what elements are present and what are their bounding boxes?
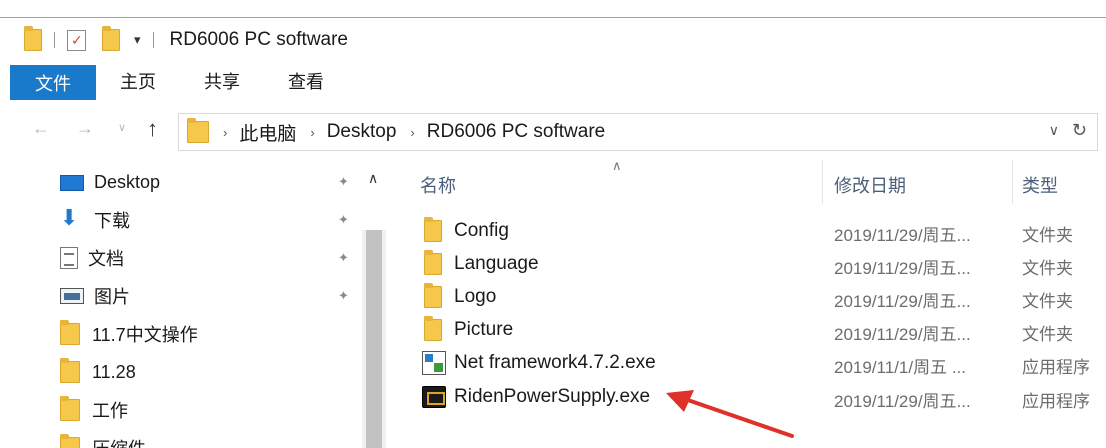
folder-icon [187, 118, 209, 143]
folder-icon [424, 283, 442, 308]
file-name: Config [454, 220, 509, 241]
file-type: 应用程序 [1022, 358, 1090, 377]
nav-item-label: 下载 [94, 211, 130, 231]
tab-home[interactable]: 主页 [108, 62, 168, 100]
breadcrumb-current-folder[interactable]: RD6006 PC software [427, 121, 605, 143]
folder-icon [424, 316, 442, 341]
file-type: 文件夹 [1022, 325, 1073, 344]
nav-item-documents[interactable]: 文档 [60, 244, 124, 272]
nav-item-label: Desktop [94, 171, 161, 192]
sort-ascending-icon: ∧ [612, 158, 622, 173]
title-bar: ▾ RD6006 PC software [0, 18, 1106, 62]
riden-app-icon [422, 386, 446, 408]
file-row[interactable]: Net framework4.7.2.exe 2019/11/1/周五 ... … [400, 348, 1106, 380]
back-arrow-icon[interactable]: ← [32, 118, 50, 139]
download-icon [60, 205, 84, 231]
folder-icon [60, 396, 80, 421]
nav-item-label: 图片 [94, 287, 130, 307]
folder-icon [60, 320, 80, 345]
pin-icon[interactable]: ✦ [338, 288, 349, 304]
file-row[interactable]: Language 2019/11/29/周五... 文件夹 [400, 249, 1106, 281]
folder-icon [24, 26, 42, 51]
file-name: Net framework4.7.2.exe [454, 352, 656, 373]
recent-locations-icon[interactable]: ∨ [118, 121, 126, 134]
file-date: 2019/11/1/周五 ... [834, 358, 966, 377]
file-date: 2019/11/29/周五... [834, 259, 971, 278]
ribbon-tabs: 文件 主页 共享 查看 [0, 62, 1106, 100]
file-date: 2019/11/29/周五... [834, 226, 971, 245]
column-divider[interactable] [822, 160, 823, 204]
chevron-right-icon[interactable]: › [223, 125, 227, 140]
chevron-down-icon[interactable]: ∨ [1049, 122, 1059, 139]
file-date: 2019/11/29/周五... [834, 392, 971, 411]
toolbar-separator [152, 32, 154, 48]
window-title: RD6006 PC software [169, 29, 348, 50]
tab-share[interactable]: 共享 [192, 62, 252, 100]
file-type: 文件夹 [1022, 259, 1073, 278]
installer-icon [422, 351, 446, 375]
file-name: Language [454, 253, 539, 274]
file-name: RidenPowerSupply.exe [454, 386, 651, 407]
chevron-right-icon[interactable]: › [410, 125, 414, 140]
scroll-up-icon[interactable]: ∧ [368, 170, 378, 187]
file-row[interactable]: Config 2019/11/29/周五... 文件夹 [400, 216, 1106, 248]
desktop-icon [60, 175, 84, 191]
nav-item-label: 工作 [92, 401, 128, 421]
nav-item-label: 11.7中文操作 [92, 325, 198, 345]
nav-item-pictures[interactable]: 图片 [60, 282, 130, 310]
annotation-arrow-icon [666, 390, 794, 438]
file-date: 2019/11/29/周五... [834, 292, 971, 311]
refresh-icon[interactable]: ↻ [1072, 120, 1087, 141]
nav-item-folder[interactable]: 压缩件 [60, 434, 146, 448]
pin-icon[interactable]: ✦ [338, 212, 349, 228]
customize-toolbar-icon[interactable]: ▾ [134, 32, 141, 48]
scrollbar-thumb[interactable] [366, 230, 382, 448]
pictures-icon [60, 288, 84, 304]
breadcrumb-desktop[interactable]: Desktop [327, 121, 397, 143]
file-row[interactable]: Logo 2019/11/29/周五... 文件夹 [400, 282, 1106, 314]
toolbar-separator [54, 32, 55, 48]
file-name: Picture [454, 319, 514, 340]
folder-icon [60, 358, 80, 383]
nav-item-label: 压缩件 [92, 435, 146, 448]
nav-item-downloads[interactable]: 下载 [60, 205, 130, 234]
tab-file[interactable]: 文件 [10, 65, 96, 100]
file-name: Logo [454, 286, 497, 307]
folder-icon [424, 250, 442, 275]
tab-view[interactable]: 查看 [276, 62, 336, 100]
file-type: 文件夹 [1022, 226, 1073, 245]
forward-arrow-icon[interactable]: → [76, 118, 94, 139]
up-arrow-icon[interactable]: ↑ [147, 116, 158, 142]
column-divider[interactable] [1012, 160, 1013, 204]
new-folder-icon[interactable] [102, 26, 120, 51]
column-header-type[interactable]: 类型 [1022, 172, 1058, 198]
address-row: ← → ∨ ↑ › 此电脑 › Desktop › RD6006 PC soft… [0, 110, 1106, 154]
pin-icon[interactable]: ✦ [338, 250, 349, 266]
navigation-pane: Desktop ✦ ∧ 下载 ✦ 文档 ✦ 图片 ✦ 11.7中文操作 11.2… [0, 160, 388, 448]
breadcrumb-this-pc[interactable]: 此电脑 [239, 119, 296, 146]
file-type: 文件夹 [1022, 292, 1073, 311]
file-date: 2019/11/29/周五... [834, 325, 971, 344]
chevron-right-icon[interactable]: › [310, 125, 314, 140]
document-icon [60, 247, 78, 269]
file-type: 应用程序 [1022, 392, 1090, 411]
pin-icon[interactable]: ✦ [338, 174, 349, 190]
folder-icon [424, 217, 442, 242]
folder-icon [60, 434, 80, 448]
address-bar[interactable]: › 此电脑 › Desktop › RD6006 PC software ∨ ↻ [178, 113, 1098, 151]
nav-item-label: 文档 [88, 249, 124, 269]
nav-item-desktop[interactable]: Desktop [60, 168, 160, 196]
column-header-name[interactable]: 名称 [420, 172, 456, 198]
nav-item-folder[interactable]: 11.7中文操作 [60, 320, 198, 348]
nav-item-label: 11.28 [92, 361, 136, 382]
nav-item-folder[interactable]: 工作 [60, 396, 128, 424]
nav-item-folder[interactable]: 11.28 [60, 358, 136, 386]
column-header-date[interactable]: 修改日期 [834, 172, 906, 198]
file-row[interactable]: Picture 2019/11/29/周五... 文件夹 [400, 315, 1106, 347]
properties-icon[interactable] [67, 29, 86, 51]
